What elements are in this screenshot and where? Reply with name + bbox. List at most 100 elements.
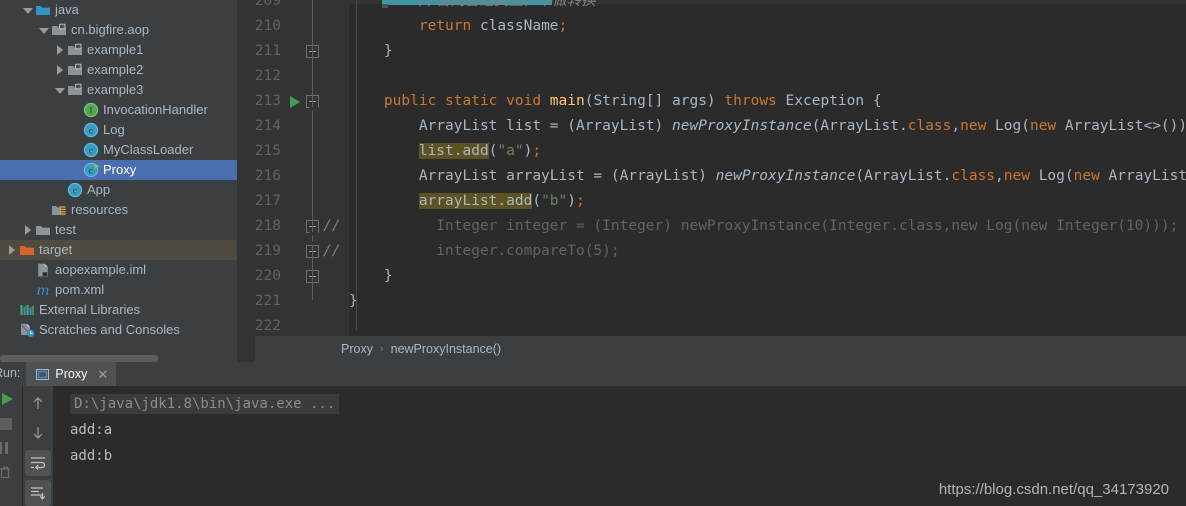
run-toolbar-primary[interactable] <box>0 386 22 506</box>
code-token: arrayList.add <box>418 193 533 209</box>
code-line[interactable]: ArrayList arrayList = (ArrayList) newPro… <box>349 164 1186 189</box>
tree-item-app[interactable]: c App <box>0 180 237 200</box>
tree-item-invocationhandler[interactable]: I InvocationHandler <box>0 100 237 120</box>
code-line[interactable] <box>349 64 1186 89</box>
rerun-icon[interactable] <box>0 392 14 406</box>
tree-item-pom-xml[interactable]: m pom.xml <box>0 280 237 300</box>
down-arrow-icon[interactable] <box>25 420 51 446</box>
code-line[interactable]: public static void main(String[] args) t… <box>349 89 1186 114</box>
scroll-to-end-icon[interactable] <box>25 480 51 506</box>
tree-item-label: MyClassLoader <box>103 142 194 157</box>
tree-item-label: example1 <box>87 42 144 57</box>
code-line[interactable]: return className; <box>349 14 1186 39</box>
code-token: "b" <box>541 193 568 209</box>
tree-item-aopexample-iml[interactable]: aopexample.iml <box>0 260 237 280</box>
code-line[interactable]: integer.compareTo(5); <box>349 239 1186 264</box>
code-line[interactable]: } <box>349 264 1186 289</box>
svg-text:c: c <box>89 126 94 135</box>
tree-item-example2[interactable]: example2 <box>0 60 237 80</box>
tree-item-example3[interactable]: example3 <box>0 80 237 100</box>
run-window-label: Run: <box>0 366 21 380</box>
chevron-down-icon[interactable] <box>54 85 65 96</box>
up-arrow-icon[interactable] <box>25 390 51 416</box>
tree-item-cn-bigfire-aop[interactable]: cn.bigfire.aop <box>0 20 237 40</box>
run-console[interactable]: D:\java\jdk1.8\bin\java.exe ... add:a ad… <box>53 386 1186 506</box>
tree-item-example1[interactable]: example1 <box>0 40 237 60</box>
code-token: new <box>960 118 996 134</box>
gutter-line-number: 212 <box>254 68 281 84</box>
tree-item-scratches-and-consoles[interactable]: Scratches and Consoles <box>0 320 237 340</box>
run-toolbar-secondary[interactable] <box>22 386 53 506</box>
console-command-text: D:\java\jdk1.8\bin\java.exe ... <box>70 394 340 414</box>
gutter-line-number: 211 <box>254 43 281 59</box>
trash-icon[interactable] <box>0 466 12 479</box>
gutter-line-number: 218 <box>254 218 281 234</box>
chevron-right-icon[interactable] <box>54 44 65 56</box>
tree-item-java[interactable]: java <box>0 0 237 20</box>
code-token: ArrayList<>()) <box>1064 118 1186 134</box>
code-line[interactable]: arrayList.add("b"); <box>349 189 1186 214</box>
gutter-run-icon[interactable] <box>290 96 300 108</box>
chevron-right-icon[interactable] <box>54 64 65 76</box>
tree-item-log[interactable]: c Log <box>0 120 237 140</box>
tree-item-label: Proxy <box>103 162 137 177</box>
chevron-down-icon[interactable] <box>38 25 49 36</box>
editor-gutter[interactable]: 209 210 211 212 213 214 215 216 217 218 // 219 // 220… <box>237 0 349 362</box>
breadcrumb[interactable]: Proxy › newProxyInstance() <box>255 336 1186 362</box>
tree-item-label: App <box>87 182 111 197</box>
run-tab-proxy[interactable]: Proxy ✕ <box>26 362 117 386</box>
breadcrumb-class[interactable]: Proxy <box>341 342 373 356</box>
soft-wrap-icon[interactable] <box>25 450 51 476</box>
tree-item-external-libraries[interactable]: External Libraries <box>0 300 237 320</box>
code-token: Log( <box>995 118 1030 134</box>
close-icon[interactable]: ✕ <box>97 368 108 381</box>
code-line[interactable]: } <box>349 39 1186 64</box>
chevron-right-icon[interactable] <box>22 224 33 236</box>
run-tab-bar: Run: Proxy ✕ <box>0 362 1186 386</box>
tree-item-myclassloader[interactable]: c MyClassLoader <box>0 140 237 160</box>
code-token: public static void <box>383 93 550 109</box>
tree-item-test[interactable]: test <box>0 220 237 240</box>
tree-item-label: resources <box>71 202 129 217</box>
tree-item-label: InvocationHandler <box>103 102 208 117</box>
interface-icon: I <box>83 102 99 118</box>
code-line[interactable]: Integer integer = (Integer) newProxyInst… <box>349 214 1186 239</box>
tree-item-label: example2 <box>87 62 144 77</box>
tree-item-label: Scratches and Consoles <box>39 322 180 337</box>
run-tool-window: Run: Proxy ✕ <box>0 362 1186 506</box>
code-line[interactable]: list.add("a"); <box>349 139 1186 164</box>
gutter-line-number: 219 <box>254 243 281 259</box>
pause-icon[interactable] <box>0 442 10 454</box>
project-tree[interactable]: java cn.bigfire.aop example1 example2 exampl… <box>0 0 237 362</box>
code-line[interactable]: //否则普通类型，不做转换 <box>349 0 1186 14</box>
code-token: newProxyInstance <box>672 118 812 134</box>
code-token: (ArrayList. <box>811 118 908 134</box>
breadcrumb-method[interactable]: newProxyInstance() <box>391 342 501 356</box>
stop-icon[interactable] <box>0 418 12 430</box>
code-token: ; <box>576 193 585 209</box>
console-command-line: D:\java\jdk1.8\bin\java.exe ... <box>53 391 1186 417</box>
code-token: main <box>549 93 585 109</box>
editor-code-area[interactable]: //否则普通类型，不做转换 return className; } public… <box>349 0 1186 362</box>
tree-item-resources[interactable]: resources <box>0 200 237 220</box>
code-token: , <box>951 118 961 134</box>
code-line[interactable]: } <box>349 289 1186 314</box>
code-token: Integer integer = (Integer) newProxyInst… <box>349 218 1179 234</box>
console-output-line: add:a <box>70 422 113 438</box>
gutter-line-number: 221 <box>254 293 281 309</box>
tree-item-proxy[interactable]: c Proxy <box>0 160 237 180</box>
gutter-line-number: 216 <box>254 168 281 184</box>
package-icon <box>67 42 83 58</box>
tree-item-target[interactable]: target <box>0 240 237 260</box>
code-line[interactable]: ArrayList list = (ArrayList) newProxyIns… <box>349 114 1186 139</box>
tree-horizontal-scrollbar[interactable] <box>0 355 158 362</box>
code-editor[interactable]: 209 210 211 212 213 214 215 216 217 218 // 219 // 220… <box>237 0 1186 362</box>
chevron-right-icon[interactable] <box>6 244 17 256</box>
code-token: ( <box>532 193 542 209</box>
chevron-down-icon[interactable] <box>22 5 33 16</box>
